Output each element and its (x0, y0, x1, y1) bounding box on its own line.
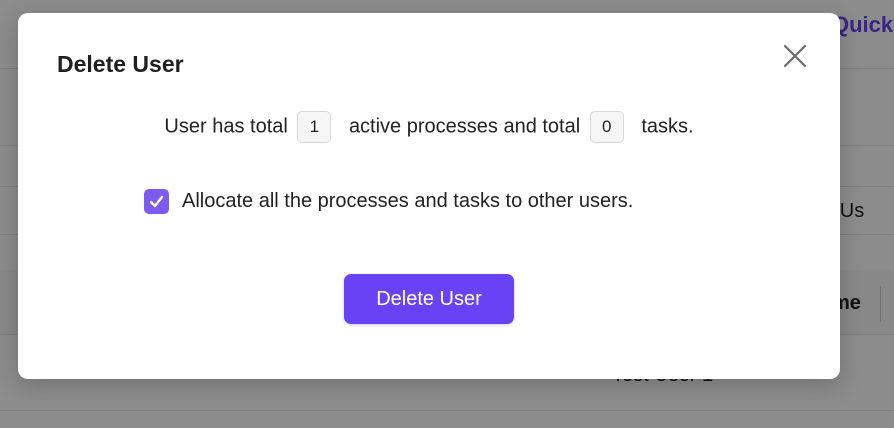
allocate-checkbox[interactable] (144, 189, 169, 214)
tasks-count-badge: 0 (589, 111, 624, 143)
delete-user-dialog: Delete User User has total 1 active proc… (18, 13, 840, 379)
delete-user-button[interactable]: Delete User (344, 274, 514, 324)
close-button[interactable] (782, 43, 808, 69)
summary-middle: active processes and total (348, 115, 581, 138)
summary-suffix: tasks. (641, 115, 694, 138)
processes-count-badge: 1 (297, 111, 332, 143)
allocate-option[interactable]: Allocate all the processes and tasks to … (144, 189, 633, 214)
user-task-summary: User has total 1 active processes and to… (18, 111, 840, 143)
checkmark-icon (149, 195, 164, 208)
allocate-label: Allocate all the processes and tasks to … (182, 190, 634, 212)
dialog-title: Delete User (57, 51, 184, 77)
close-icon (783, 44, 807, 68)
summary-prefix: User has total (164, 115, 288, 138)
